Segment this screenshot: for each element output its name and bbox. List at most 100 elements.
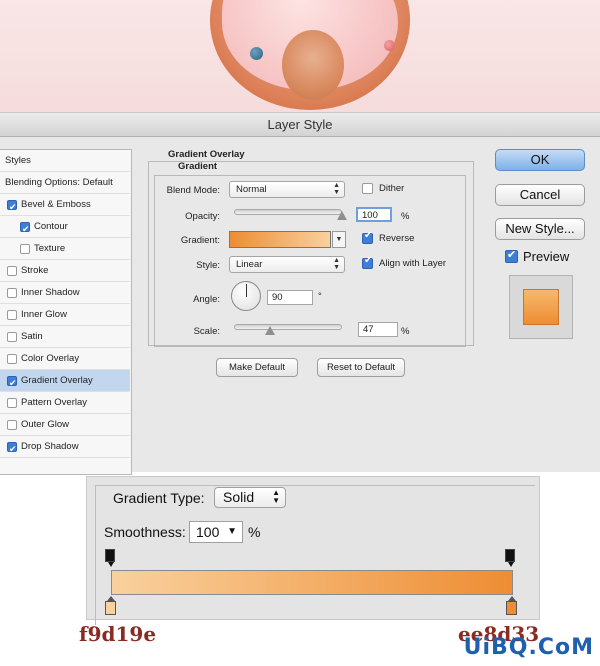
reverse-box[interactable] xyxy=(362,230,373,244)
styles-list-item[interactable]: Texture xyxy=(0,238,130,260)
new-style-button[interactable]: New Style... xyxy=(495,218,585,240)
styles-list-item[interactable]: Styles xyxy=(0,150,130,172)
reverse-label: Reverse xyxy=(379,233,415,244)
gradient-type-select[interactable]: Solid ▲ ▼ xyxy=(214,487,286,508)
reset-default-button[interactable]: Reset to Default xyxy=(317,358,405,377)
style-checkbox[interactable] xyxy=(20,243,30,254)
angle-input[interactable]: 90 xyxy=(267,290,313,305)
watermark-logo: UiBQ.CoM xyxy=(463,635,594,660)
style-value: Linear xyxy=(236,259,263,270)
style-checkbox[interactable] xyxy=(7,309,17,320)
gradient-type-value: Solid xyxy=(223,489,255,505)
editor-frame xyxy=(95,485,535,625)
gradient-type-label: Gradient Type: xyxy=(113,490,205,506)
blend-mode-value: Normal xyxy=(236,184,267,195)
styles-list-item[interactable]: Drop Shadow xyxy=(0,436,130,460)
angle-dial[interactable] xyxy=(231,281,261,311)
style-label: Contour xyxy=(34,220,68,232)
blend-mode-select[interactable]: Normal ▲ ▼ xyxy=(229,181,345,198)
updown-arrows-icon: ▲ ▼ xyxy=(272,488,280,505)
dither-label: Dither xyxy=(379,183,405,194)
style-label: Texture xyxy=(34,242,66,254)
style-label: Stroke xyxy=(21,264,49,276)
ok-button[interactable]: OK xyxy=(495,149,585,171)
gradient-overlay-panel: Gradient Overlay Gradient Blend Mode: No… xyxy=(148,149,478,475)
artwork-preview xyxy=(0,0,600,112)
section-title: Gradient Overlay xyxy=(168,149,245,160)
gradient-label: Gradient: xyxy=(180,235,220,246)
styles-list-item[interactable]: Satin xyxy=(0,326,130,348)
cancel-button[interactable]: Cancel xyxy=(495,184,585,206)
styles-list-item[interactable]: Blending Options: Default xyxy=(0,172,130,194)
style-label: Gradient Overlay xyxy=(21,374,93,386)
reverse-checkbox[interactable]: Reverse xyxy=(362,230,415,244)
style-checkbox[interactable] xyxy=(7,265,17,276)
sprinkle-blue xyxy=(250,47,263,60)
styles-list-item[interactable]: Contour xyxy=(0,216,130,240)
color-stop-right[interactable] xyxy=(506,596,517,615)
style-label: Inner Glow xyxy=(21,308,67,320)
style-label: Outer Glow xyxy=(21,418,70,430)
donut-hole xyxy=(282,30,344,100)
chevron-down-icon: ▼ xyxy=(227,526,237,537)
group-title: Gradient xyxy=(178,161,218,172)
updown-arrows-icon: ▲ ▼ xyxy=(333,257,340,271)
preview-checkbox[interactable]: Preview xyxy=(505,248,569,264)
style-checkbox[interactable] xyxy=(20,218,30,240)
preview-swatch xyxy=(523,289,559,325)
styles-list-item[interactable]: Color Overlay xyxy=(0,348,130,370)
styles-list-item[interactable]: Bevel & Emboss xyxy=(0,194,130,218)
styles-list: Styles Blending Options: Default Bevel & E… xyxy=(0,149,132,475)
align-label: Align with Layer xyxy=(379,258,447,269)
style-checkbox[interactable] xyxy=(7,331,17,342)
style-select[interactable]: Linear ▲ ▼ xyxy=(229,256,345,273)
styles-list-item[interactable]: Outer Glow xyxy=(0,414,130,436)
degree-unit: ° xyxy=(318,291,322,302)
opacity-stop-left[interactable] xyxy=(105,549,115,567)
opacity-stop-right[interactable] xyxy=(505,549,515,567)
scale-slider-thumb[interactable] xyxy=(265,326,276,335)
make-default-button[interactable]: Make Default xyxy=(216,358,298,377)
color-stop-left[interactable] xyxy=(105,596,116,615)
style-checkbox[interactable] xyxy=(7,287,17,298)
style-checkbox[interactable] xyxy=(7,372,17,394)
style-checkbox[interactable] xyxy=(7,196,17,218)
align-box[interactable] xyxy=(362,255,373,269)
preview-box[interactable] xyxy=(505,248,518,263)
dither-checkbox[interactable]: Dither xyxy=(362,183,404,194)
align-checkbox[interactable]: Align with Layer xyxy=(362,255,447,269)
style-checkbox[interactable] xyxy=(7,353,17,364)
dither-box[interactable] xyxy=(362,183,373,194)
smoothness-unit: % xyxy=(248,524,261,540)
styles-list-item[interactable]: Gradient Overlay xyxy=(0,370,130,394)
scale-input[interactable]: 47 xyxy=(358,322,398,337)
opacity-slider-thumb[interactable] xyxy=(337,211,347,220)
gradient-dropdown[interactable]: ▼ xyxy=(332,231,346,248)
styles-list-item[interactable]: Stroke xyxy=(0,260,130,282)
scale-label: Scale: xyxy=(193,326,220,337)
styles-list-item[interactable]: Pattern Overlay xyxy=(0,392,130,414)
smoothness-label: Smoothness: xyxy=(104,524,186,540)
gradient-bar[interactable] xyxy=(111,570,513,595)
style-preview xyxy=(509,275,573,339)
styles-list-item[interactable]: Inner Glow xyxy=(0,304,130,326)
layer-style-dialog: Layer Style Styles Blending Options: Defa… xyxy=(0,112,600,475)
smoothness-input[interactable]: 100 ▼ xyxy=(189,521,243,543)
gradient-swatch[interactable] xyxy=(229,231,331,248)
scale-slider[interactable] xyxy=(234,324,342,330)
style-label: Satin xyxy=(21,330,43,342)
gradient-editor: Gradient Type: Solid ▲ ▼ Smoothness: 100 … xyxy=(86,476,540,625)
styles-list-item[interactable]: Inner Shadow xyxy=(0,282,130,304)
opacity-label: Opacity: xyxy=(185,211,220,222)
opacity-input[interactable]: 100 xyxy=(356,207,392,222)
style-checkbox[interactable] xyxy=(7,419,17,430)
style-checkbox[interactable] xyxy=(7,438,17,460)
style-label: Style: xyxy=(196,260,220,271)
style-label: Pattern Overlay xyxy=(21,396,87,408)
style-label: Color Overlay xyxy=(21,352,80,364)
style-label: Styles xyxy=(5,154,31,166)
start-color-hex: f9d19e xyxy=(79,622,157,646)
style-checkbox[interactable] xyxy=(7,397,17,408)
opacity-unit: % xyxy=(401,211,410,222)
opacity-slider[interactable] xyxy=(234,209,342,215)
